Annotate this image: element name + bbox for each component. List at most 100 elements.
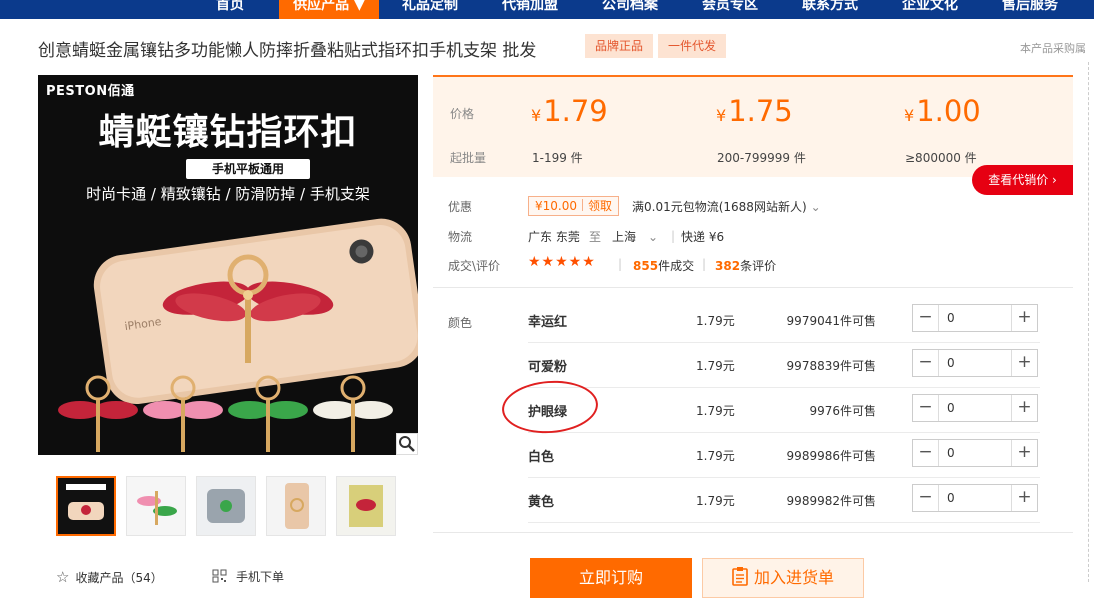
sku-price: 1.79元 [696, 359, 735, 373]
ship-to-city: 上海 [612, 230, 637, 244]
ship-to-select[interactable]: 上海 ⌄ [612, 228, 658, 245]
mobile-order-label: 手机下单 [236, 570, 285, 584]
review-count-number: 382 [715, 259, 741, 273]
deal-count[interactable]: 855件成交 [633, 257, 694, 274]
increment-button[interactable]: + [1011, 395, 1037, 421]
price-panel: 价格 起批量 ¥1.79 ¥1.75 ¥1.00 1-199 件 200-799… [433, 75, 1073, 177]
chevron-down-icon: ⌄ [810, 200, 821, 214]
quantity-stepper: − + [912, 394, 1038, 422]
increment-button[interactable]: + [1011, 485, 1037, 511]
price-tier-1: ¥1.79 [531, 94, 608, 128]
quantity-input[interactable] [941, 442, 1009, 464]
section-divider [433, 532, 1073, 533]
ship-to-word: 至 [589, 230, 602, 244]
quantity-input[interactable] [941, 307, 1009, 329]
decrement-button[interactable]: − [913, 395, 939, 421]
nav-company-profile[interactable]: 公司档案 [590, 0, 670, 19]
sku-row: 可爱粉 1.79元 9978839件可售 − + [528, 343, 1040, 388]
sku-price: 1.79元 [696, 314, 735, 328]
thumbnail-1[interactable] [56, 476, 116, 536]
ship-from: 广东 东莞 [528, 230, 580, 244]
decrement-button[interactable]: − [913, 305, 939, 331]
price-value: 1.00 [916, 94, 981, 128]
sku-name: 白色 [528, 450, 555, 465]
deal-count-number: 855 [633, 259, 659, 273]
separator: | [618, 257, 623, 271]
thumbnail-3[interactable] [196, 476, 256, 536]
nav-agency[interactable]: 代销加盟 [490, 0, 570, 19]
increment-button[interactable]: + [1011, 440, 1037, 466]
section-divider [433, 287, 1073, 288]
thumbnail-5[interactable] [336, 476, 396, 536]
buy-now-button[interactable]: 立即订购 [530, 558, 692, 598]
review-count[interactable]: 382条评价 [715, 257, 776, 274]
decrement-button[interactable]: − [913, 485, 939, 511]
nav-culture[interactable]: 企业文化 [890, 0, 970, 19]
chevron-down-icon: ⌄ [648, 230, 659, 244]
sku-price: 1.79元 [696, 494, 735, 508]
review-count-suffix: 条评价 [740, 259, 777, 273]
quantity-stepper: − + [912, 349, 1038, 377]
promo-text[interactable]: 满0.01元包物流(1688网站新人) ⌄ [632, 198, 821, 215]
quantity-input[interactable] [941, 397, 1009, 419]
deals-label: 成交\评价 [448, 259, 501, 273]
price-tier-3: ¥1.00 [904, 94, 981, 128]
sku-row: 护眼绿 1.79元 9976件可售 − + [528, 388, 1040, 433]
quantity-stepper: − + [912, 439, 1038, 467]
quantity-stepper: − + [912, 304, 1038, 332]
increment-button[interactable]: + [1011, 305, 1037, 331]
sku-stock: 9989986件可售 [786, 449, 876, 463]
coupon-claim: 领取 [588, 199, 613, 213]
sku-price: 1.79元 [696, 449, 735, 463]
mobile-order-link[interactable]: 手机下单 [212, 568, 284, 586]
thumbnail-4[interactable] [266, 476, 326, 536]
favorite-product-link[interactable]: ☆ 收藏产品（54） [56, 568, 163, 586]
sku-row: 黄色 1.79元 9989982件可售 − + [528, 478, 1040, 523]
main-product-image[interactable]: PESTON佰通 蜻蜓镶钻指环扣 手机平板通用 时尚卡通 / 精致镶钻 / 防滑… [38, 75, 418, 455]
min-qty-label: 起批量 [450, 151, 487, 165]
promo-description: 满0.01元包物流(1688网站新人) [632, 200, 807, 214]
decrement-button[interactable]: − [913, 350, 939, 376]
nav-member-zone[interactable]: 会员专区 [690, 0, 770, 19]
nav-custom-gifts[interactable]: 礼品定制 [390, 0, 470, 19]
sku-name: 幸运红 [528, 315, 568, 330]
nav-products[interactable]: 供应产品 ▼ [279, 0, 379, 19]
product-illustration: iPhone [58, 218, 418, 452]
sku-name: 可爱粉 [528, 360, 568, 375]
procurement-note: 本产品采购属 [1020, 42, 1086, 55]
currency-symbol: ¥ [716, 106, 727, 125]
zoom-icon[interactable] [396, 433, 418, 455]
sku-stock: 9976件可售 [809, 404, 876, 418]
page-edge [1088, 62, 1094, 582]
deal-count-suffix: 件成交 [658, 259, 695, 273]
coupon-value: ¥10.00 [535, 199, 577, 213]
tag-brand-genuine: 品牌正品 [585, 34, 654, 58]
clipboard-icon [732, 562, 748, 600]
price-value: 1.79 [543, 94, 608, 128]
price-label: 价格 [450, 107, 475, 121]
view-agent-price-button[interactable]: 查看代销价 › [972, 165, 1073, 195]
rating-stars-icon: ★★★★★ [528, 254, 596, 270]
add-to-purchase-list-label: 加入进货单 [753, 568, 834, 587]
quantity-stepper: − + [912, 484, 1038, 512]
nav-after-sales[interactable]: 售后服务 [990, 0, 1070, 19]
quantity-input[interactable] [941, 352, 1009, 374]
price-value: 1.75 [728, 94, 793, 128]
sku-name: 黄色 [528, 495, 555, 510]
increment-button[interactable]: + [1011, 350, 1037, 376]
qty-tier-1: 1-199 件 [532, 151, 583, 165]
sku-row: 幸运红 1.79元 9979041件可售 − + [528, 298, 1040, 343]
top-nav: 首页 供应产品 ▼ 礼品定制 代销加盟 公司档案 会员专区 联系方式 企业文化 … [0, 0, 1094, 19]
nav-home[interactable]: 首页 [200, 0, 260, 19]
sku-row: 白色 1.79元 9989986件可售 − + [528, 433, 1040, 478]
nav-contact[interactable]: 联系方式 [790, 0, 870, 19]
add-to-purchase-list-button[interactable]: 加入进货单 [702, 558, 864, 598]
currency-symbol: ¥ [531, 106, 542, 125]
sku-stock: 9978839件可售 [786, 359, 876, 373]
coupon-button[interactable]: ¥10.00 领取 [528, 196, 620, 216]
quantity-input[interactable] [941, 487, 1009, 509]
color-label: 颜色 [448, 316, 473, 330]
qty-tier-3: ≥800000 件 [905, 151, 977, 165]
decrement-button[interactable]: − [913, 440, 939, 466]
thumbnail-2[interactable] [126, 476, 186, 536]
